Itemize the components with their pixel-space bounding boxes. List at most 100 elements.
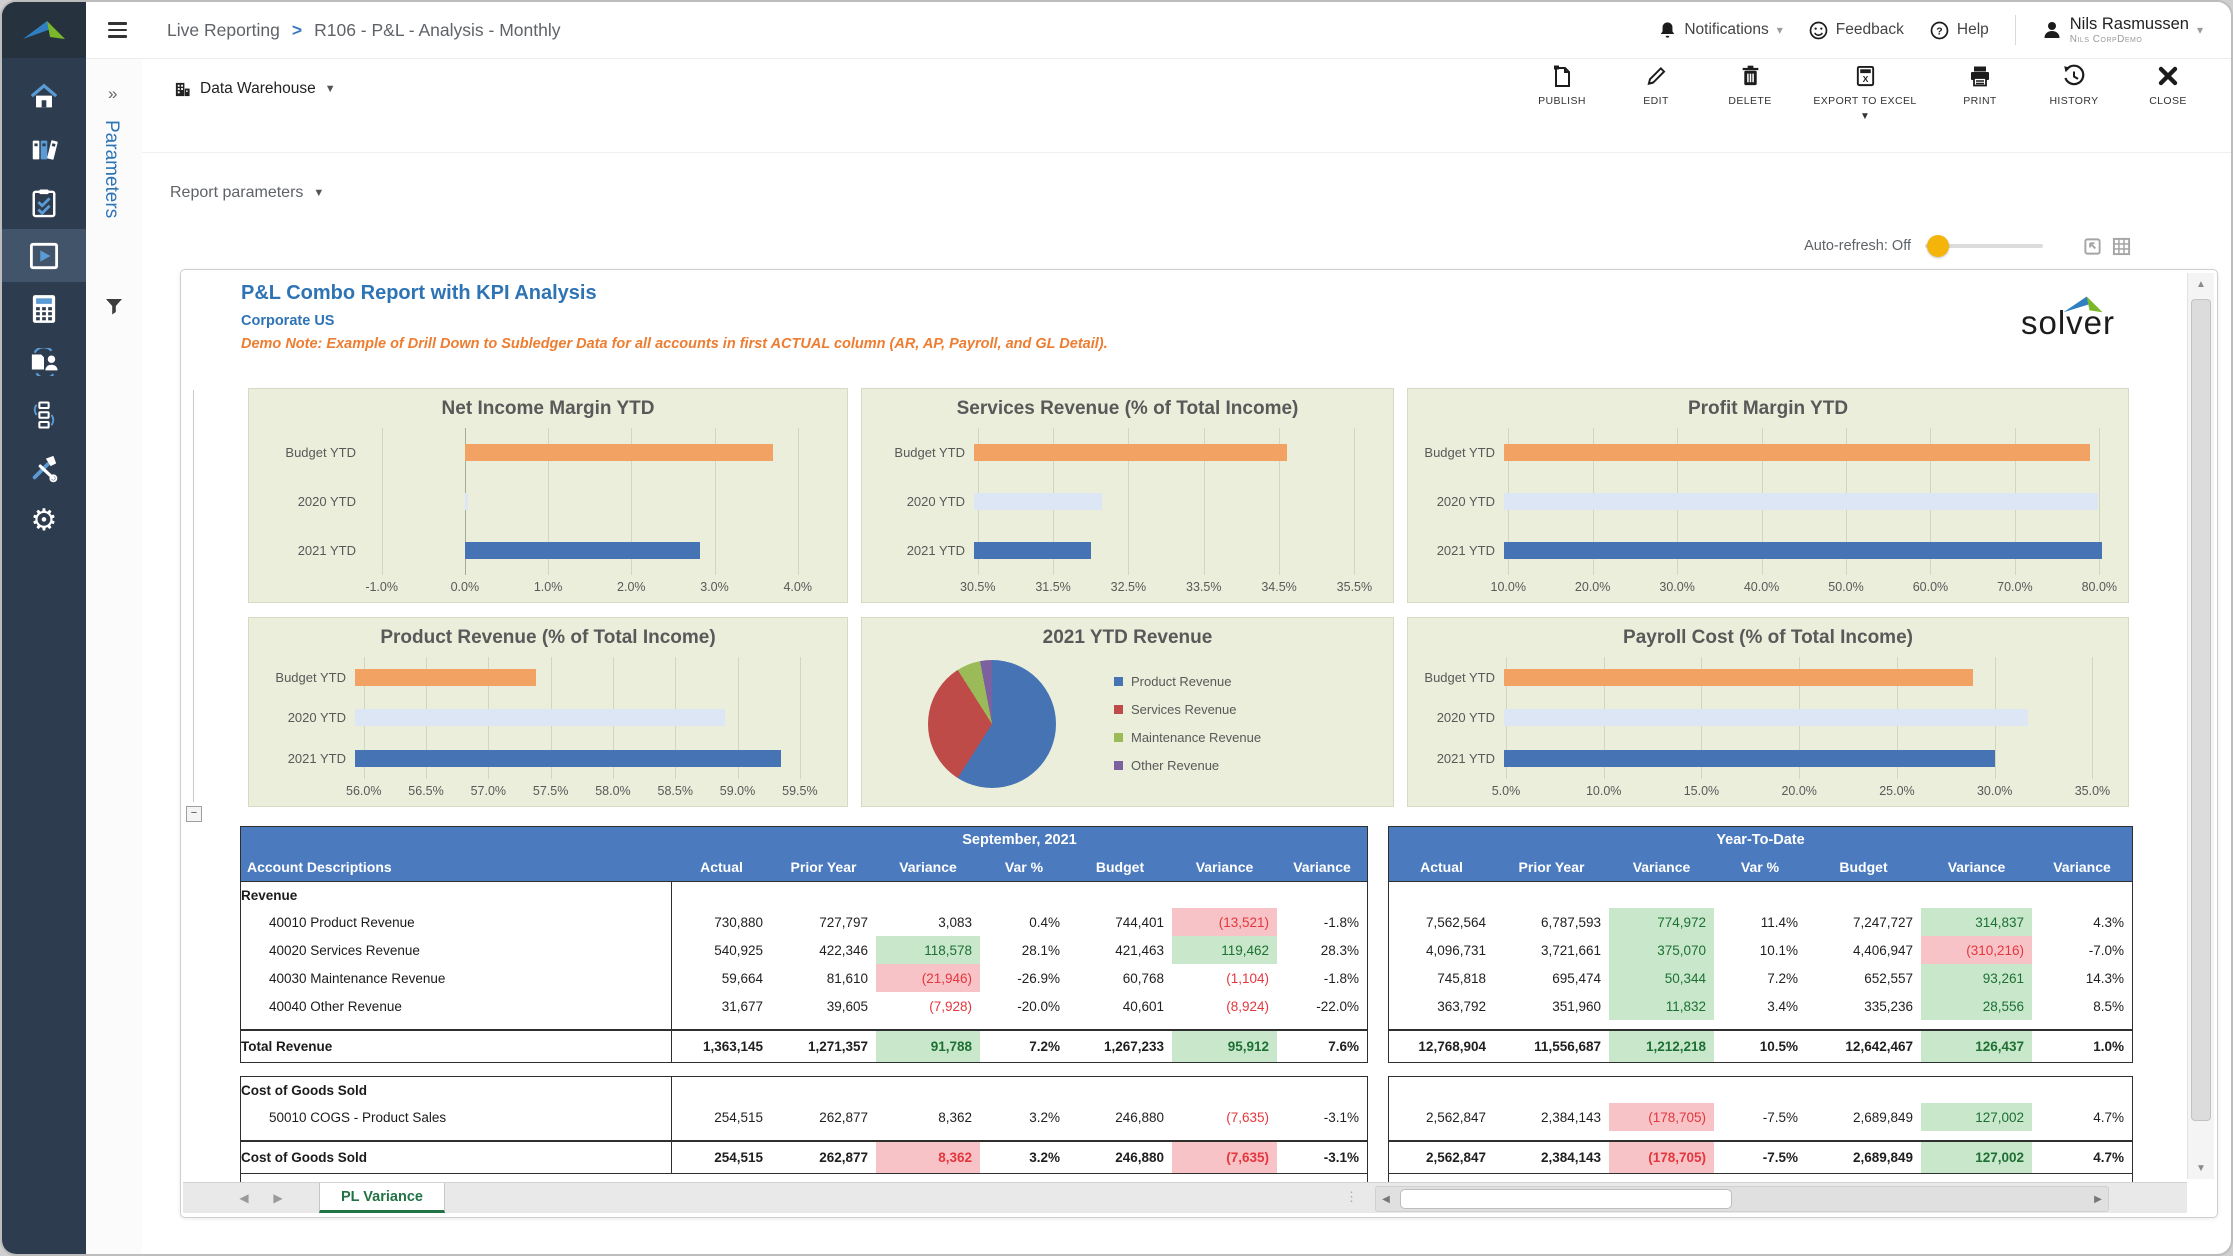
sidebar-item-admin-tools[interactable] xyxy=(2,441,86,494)
delete-button[interactable]: DELETE xyxy=(1707,64,1793,107)
sidebar-item-processes[interactable] xyxy=(2,388,86,441)
account-label[interactable]: 50010 COGS - Product Sales xyxy=(241,1103,672,1131)
value-cell: 2,689,849 xyxy=(1852,1150,1913,1165)
value-cell: 375,070 xyxy=(1609,936,1714,964)
svg-text:?: ? xyxy=(1936,26,1942,37)
scroll-down-button[interactable]: ▼ xyxy=(2188,1157,2214,1179)
value-cell[interactable]: 4,096,731 xyxy=(1389,936,1494,964)
total-label: Total Revenue xyxy=(241,1031,672,1062)
value-cell: 126,437 xyxy=(1921,1031,2032,1062)
table-row xyxy=(1389,1020,2132,1029)
value-cell[interactable]: 540,925 xyxy=(672,936,771,964)
sidebar-item-live-reporting[interactable] xyxy=(2,229,86,282)
tab-scroll-right-icon[interactable]: ▶ xyxy=(265,1183,291,1213)
print-button[interactable]: PRINT xyxy=(1937,64,2023,107)
sidebar-item-home[interactable] xyxy=(2,70,86,123)
open-in-new-icon[interactable] xyxy=(2083,237,2102,256)
axis-tick-label: 58.0% xyxy=(595,784,631,798)
chart-panel: Services Revenue (% of Total Income) Budg… xyxy=(861,388,1394,603)
value-cell[interactable]: 31,677 xyxy=(672,992,771,1020)
auto-refresh-toggle[interactable] xyxy=(1925,235,2043,257)
feedback-button[interactable]: Feedback xyxy=(1809,21,1904,40)
value-cell[interactable]: 254,515 xyxy=(672,1103,771,1131)
axis-tick-label: -1.0% xyxy=(365,580,398,594)
value-cell: 727,797 xyxy=(819,914,868,930)
legend-label: Services Revenue xyxy=(1131,702,1237,717)
user-menu[interactable]: Nils Rasmussen Nils CorpDemo ▾ xyxy=(2042,15,2203,45)
vertical-scroll-thumb[interactable] xyxy=(2191,299,2211,1121)
value-cell[interactable]: 7,562,564 xyxy=(1389,908,1494,936)
account-label[interactable]: 40020 Services Revenue xyxy=(241,936,672,964)
scroll-up-button[interactable]: ▲ xyxy=(2188,273,2214,295)
solver-logo-mark[interactable] xyxy=(2,2,86,58)
chart-category-label: 2021 YTD xyxy=(297,543,356,558)
value-cell[interactable]: 730,880 xyxy=(672,908,771,936)
menu-icon[interactable] xyxy=(108,22,127,38)
axis-tick-label: 0.0% xyxy=(450,580,480,594)
horizontal-scrollbar[interactable]: ◀ ▶ xyxy=(1375,1186,2109,1212)
value-cell: 127,002 xyxy=(1921,1142,2032,1173)
tab-pl-variance[interactable]: PL Variance xyxy=(319,1183,445,1213)
report-parameters-toggle[interactable]: Report parameters ▼ xyxy=(170,184,324,202)
parameters-panel-title[interactable]: Parameters xyxy=(100,120,122,270)
sheet-tab-bar: ◀ ▶ PL Variance ⋮ ◀ ▶ xyxy=(183,1182,2187,1213)
spacer xyxy=(241,1020,672,1029)
clipboard-check-icon xyxy=(30,188,58,218)
value-cell: 2,384,143 xyxy=(1540,1109,1601,1125)
scroll-right-button[interactable]: ▶ xyxy=(2088,1187,2108,1211)
axis-tick-label: 10.0% xyxy=(1490,580,1526,594)
scrollbar-resize-handle[interactable]: ⋮ xyxy=(1345,1189,1358,1205)
vertical-scrollbar[interactable]: ▲ ▼ xyxy=(2187,273,2214,1179)
value-cell: -26.9% xyxy=(1017,970,1060,986)
filter-funnel-icon[interactable] xyxy=(104,296,142,321)
history-icon xyxy=(2064,64,2085,86)
value-cell: -1.8% xyxy=(1323,970,1359,986)
value-cell: 422,346 xyxy=(819,942,868,958)
notifications-button[interactable]: Notifications ▾ xyxy=(1659,21,1783,39)
value-cell: 7,247,727 xyxy=(1852,914,1913,930)
axis-tick-label: 34.5% xyxy=(1261,580,1297,594)
value-cell: (13,521) xyxy=(1172,908,1277,936)
grid-view-icon[interactable] xyxy=(2112,237,2131,256)
value-cell: 262,877 xyxy=(819,1109,868,1125)
column-header-var: Var % xyxy=(1004,859,1044,875)
value-cell: 314,837 xyxy=(1921,908,2032,936)
value-cell[interactable]: 2,562,847 xyxy=(1389,1103,1494,1131)
value-cell: 2,689,849 xyxy=(1852,1109,1913,1125)
topbar-right: Notifications ▾ Feedback ? Help Nils Ras… xyxy=(1659,15,2231,45)
chart-panel: Net Income Margin YTD Budget YTD 2020 YTD 2… xyxy=(248,388,848,603)
outline-collapse-button[interactable]: − xyxy=(186,806,202,822)
value-cell: 262,877 xyxy=(819,1150,868,1165)
history-button[interactable]: HISTORY xyxy=(2031,64,2117,107)
export-to-excel-button[interactable]: X EXPORT TO EXCEL ▼ xyxy=(1801,64,1929,122)
value-cell[interactable]: 59,664 xyxy=(672,964,771,992)
scroll-left-button[interactable]: ◀ xyxy=(1376,1187,1396,1211)
bar-budget-ytd xyxy=(464,444,773,461)
account-label[interactable]: 40040 Other Revenue xyxy=(241,992,672,1020)
sidebar-item-settings[interactable]: ⚙ xyxy=(2,494,86,547)
account-label[interactable]: 40010 Product Revenue xyxy=(241,908,672,936)
horizontal-scroll-thumb[interactable] xyxy=(1400,1189,1732,1209)
breadcrumb-live-reporting[interactable]: Live Reporting xyxy=(167,20,280,41)
value-cell: 421,463 xyxy=(1115,942,1164,958)
collapse-panel-icon[interactable]: » xyxy=(108,84,142,104)
sidebar-item-library[interactable] xyxy=(2,123,86,176)
value-cell: 8.5% xyxy=(2093,998,2124,1014)
pl-variance-table: September, 2021 Account Descriptions Actua… xyxy=(240,826,2133,1186)
edit-button[interactable]: EDIT xyxy=(1613,64,1699,107)
axis-tick-label: 5.0% xyxy=(1491,784,1521,798)
column-group-header: September, 2021 xyxy=(962,832,1077,848)
value-cell[interactable]: 363,792 xyxy=(1389,992,1494,1020)
value-cell: 40,601 xyxy=(1122,998,1164,1014)
tab-scroll-left-icon[interactable]: ◀ xyxy=(231,1183,257,1213)
sidebar-item-tasks[interactable] xyxy=(2,176,86,229)
help-button[interactable]: ? Help xyxy=(1930,21,1989,40)
bar-2021-ytd xyxy=(1504,750,1995,768)
value-cell[interactable]: 745,818 xyxy=(1389,964,1494,992)
close-button[interactable]: CLOSE xyxy=(2125,64,2211,107)
data-warehouse-dropdown[interactable]: Data Warehouse ▼ xyxy=(174,80,336,98)
publish-button[interactable]: PUBLISH xyxy=(1519,64,1605,107)
sidebar-item-collaboration[interactable] xyxy=(2,335,86,388)
sidebar-item-budgeting[interactable] xyxy=(2,282,86,335)
account-label[interactable]: 40030 Maintenance Revenue xyxy=(241,964,672,992)
